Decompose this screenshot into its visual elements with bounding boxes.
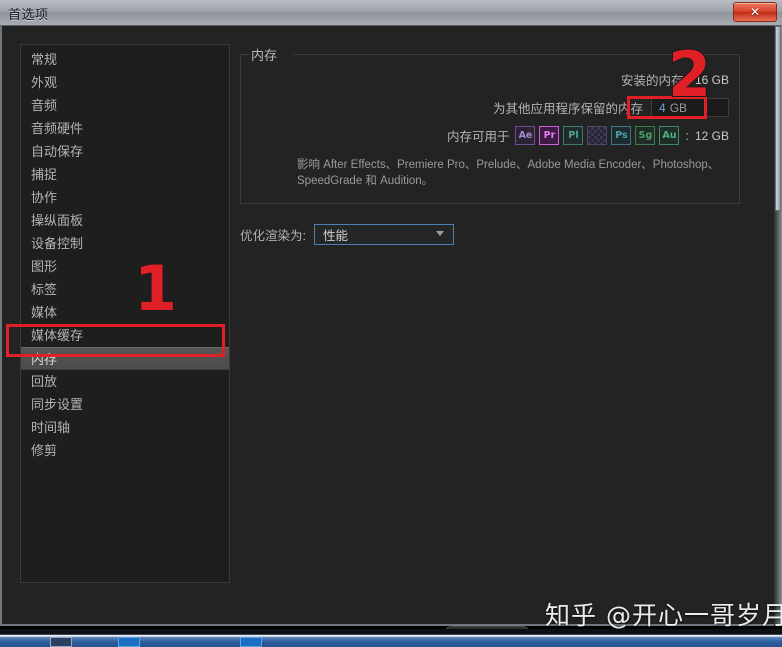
sidebar-item-10[interactable]: 标签: [21, 278, 229, 301]
optimize-render-select[interactable]: 性能: [313, 224, 454, 245]
reserved-memory-value: 4: [659, 100, 666, 115]
sidebar-item-17[interactable]: 修剪: [21, 439, 229, 462]
taskbar-item-1[interactable]: [50, 637, 72, 647]
vertical-scrollbar[interactable]: [774, 26, 782, 626]
memory-description: 影响 After Effects、Premiere Pro、Prelude、Ad…: [297, 159, 720, 187]
installed-memory-value: 16 GB: [694, 72, 729, 87]
sidebar-item-12[interactable]: 媒体缓存: [21, 324, 229, 347]
optimize-render-label: 优化渲染为:: [240, 229, 306, 243]
sidebar-item-0[interactable]: 常规: [21, 48, 229, 71]
group-top-line-left: [241, 54, 249, 55]
sidebar-item-15[interactable]: 同步设置: [21, 393, 229, 416]
chevron-down-icon: [435, 231, 445, 236]
available-memory-value: 12 GB: [694, 128, 729, 143]
taskbar-item-2[interactable]: [118, 637, 140, 647]
sidebar-item-11[interactable]: 媒体: [21, 301, 229, 324]
memory-group-box: 内存 安装的内存: 16 GB 为其他应用程序保留的内存 4 GB 内存可用于: [240, 45, 740, 204]
close-button[interactable]: ✕: [733, 2, 777, 22]
watermark-text: 知乎 @开心一哥岁月: [545, 601, 782, 630]
premiere-pro-icon: Pr: [539, 126, 560, 145]
preferences-window: 首选项 ✕ 常规 外观 音频 音频硬件 自动保存 捕捉 协作 操纵面板 设备控制 图形 标签 媒体 媒体…: [0, 0, 782, 647]
sidebar-item-8[interactable]: 设备控制: [21, 232, 229, 255]
optimize-render-row: 优化渲染为: 性能: [240, 224, 740, 245]
sidebar-item-2[interactable]: 音频: [21, 94, 229, 117]
optimize-render-selected-value: 性能: [322, 229, 348, 243]
reserved-memory-row: 为其他应用程序保留的内存 4 GB: [251, 98, 729, 117]
window-title: 首选项: [8, 7, 49, 22]
media-encoder-icon: Me: [587, 126, 608, 145]
sidebar-item-16[interactable]: 时间轴: [21, 416, 229, 439]
installed-memory-label: 安装的内存:: [620, 74, 687, 88]
sidebar-item-9[interactable]: 图形: [21, 255, 229, 278]
window-titlebar: 首选项 ✕: [0, 0, 782, 26]
sidebar-item-7[interactable]: 操纵面板: [21, 209, 229, 232]
prelude-icon: Pl: [563, 126, 584, 145]
after-effects-icon: Ae: [515, 126, 536, 145]
reserved-memory-unit: GB: [669, 100, 688, 115]
audition-icon: Au: [659, 126, 680, 145]
sidebar-item-6[interactable]: 协作: [21, 186, 229, 209]
reserved-memory-label: 为其他应用程序保留的内存: [492, 102, 643, 116]
close-icon: ✕: [749, 5, 761, 19]
reserved-memory-input[interactable]: 4 GB: [651, 98, 729, 117]
available-memory-label: 内存可用于: [446, 130, 510, 144]
sidebar-item-4[interactable]: 自动保存: [21, 140, 229, 163]
dialog-body: 常规 外观 音频 音频硬件 自动保存 捕捉 协作 操纵面板 设备控制 图形 标签 媒体 媒体缓存 内存 回放…: [0, 26, 782, 645]
speedgrade-icon: Sg: [635, 126, 656, 145]
dialog-inner: 常规 外观 音频 音频硬件 自动保存 捕捉 协作 操纵面板 设备控制 图形 标签 媒体 媒体缓存 内存 回放…: [2, 26, 774, 624]
app-icons-strip: AePrPlMePsSgAu: [515, 126, 680, 145]
available-memory-separator: :: [685, 128, 689, 143]
photoshop-icon: Ps: [611, 126, 632, 145]
sidebar-items-container: 常规 外观 音频 音频硬件 自动保存 捕捉 协作 操纵面板 设备控制 图形 标签 媒体 媒体缓存 内存 回放…: [21, 45, 229, 462]
installed-memory-row: 安装的内存: 16 GB: [251, 70, 729, 89]
scrollbar-thumb[interactable]: [775, 26, 781, 211]
group-top-line-right: [293, 54, 739, 55]
preferences-category-list[interactable]: 常规 外观 音频 音频硬件 自动保存 捕捉 协作 操纵面板 设备控制 图形 标签 媒体 媒体缓存 内存 回放…: [20, 44, 230, 583]
sidebar-item-1[interactable]: 外观: [21, 71, 229, 94]
windows-taskbar: [0, 629, 782, 647]
sidebar-item-13[interactable]: 内存: [21, 347, 229, 370]
sidebar-item-3[interactable]: 音频硬件: [21, 117, 229, 140]
sidebar-item-5[interactable]: 捕捉: [21, 163, 229, 186]
preferences-content-pane: 内存 安装的内存: 16 GB 为其他应用程序保留的内存 4 GB 内存可用于: [240, 44, 740, 583]
taskbar-item-3[interactable]: [240, 637, 262, 647]
sidebar-item-14[interactable]: 回放: [21, 370, 229, 393]
available-memory-row: 内存可用于 AePrPlMePsSgAu : 12 GB: [251, 126, 729, 145]
memory-group-legend: 内存: [249, 45, 284, 64]
